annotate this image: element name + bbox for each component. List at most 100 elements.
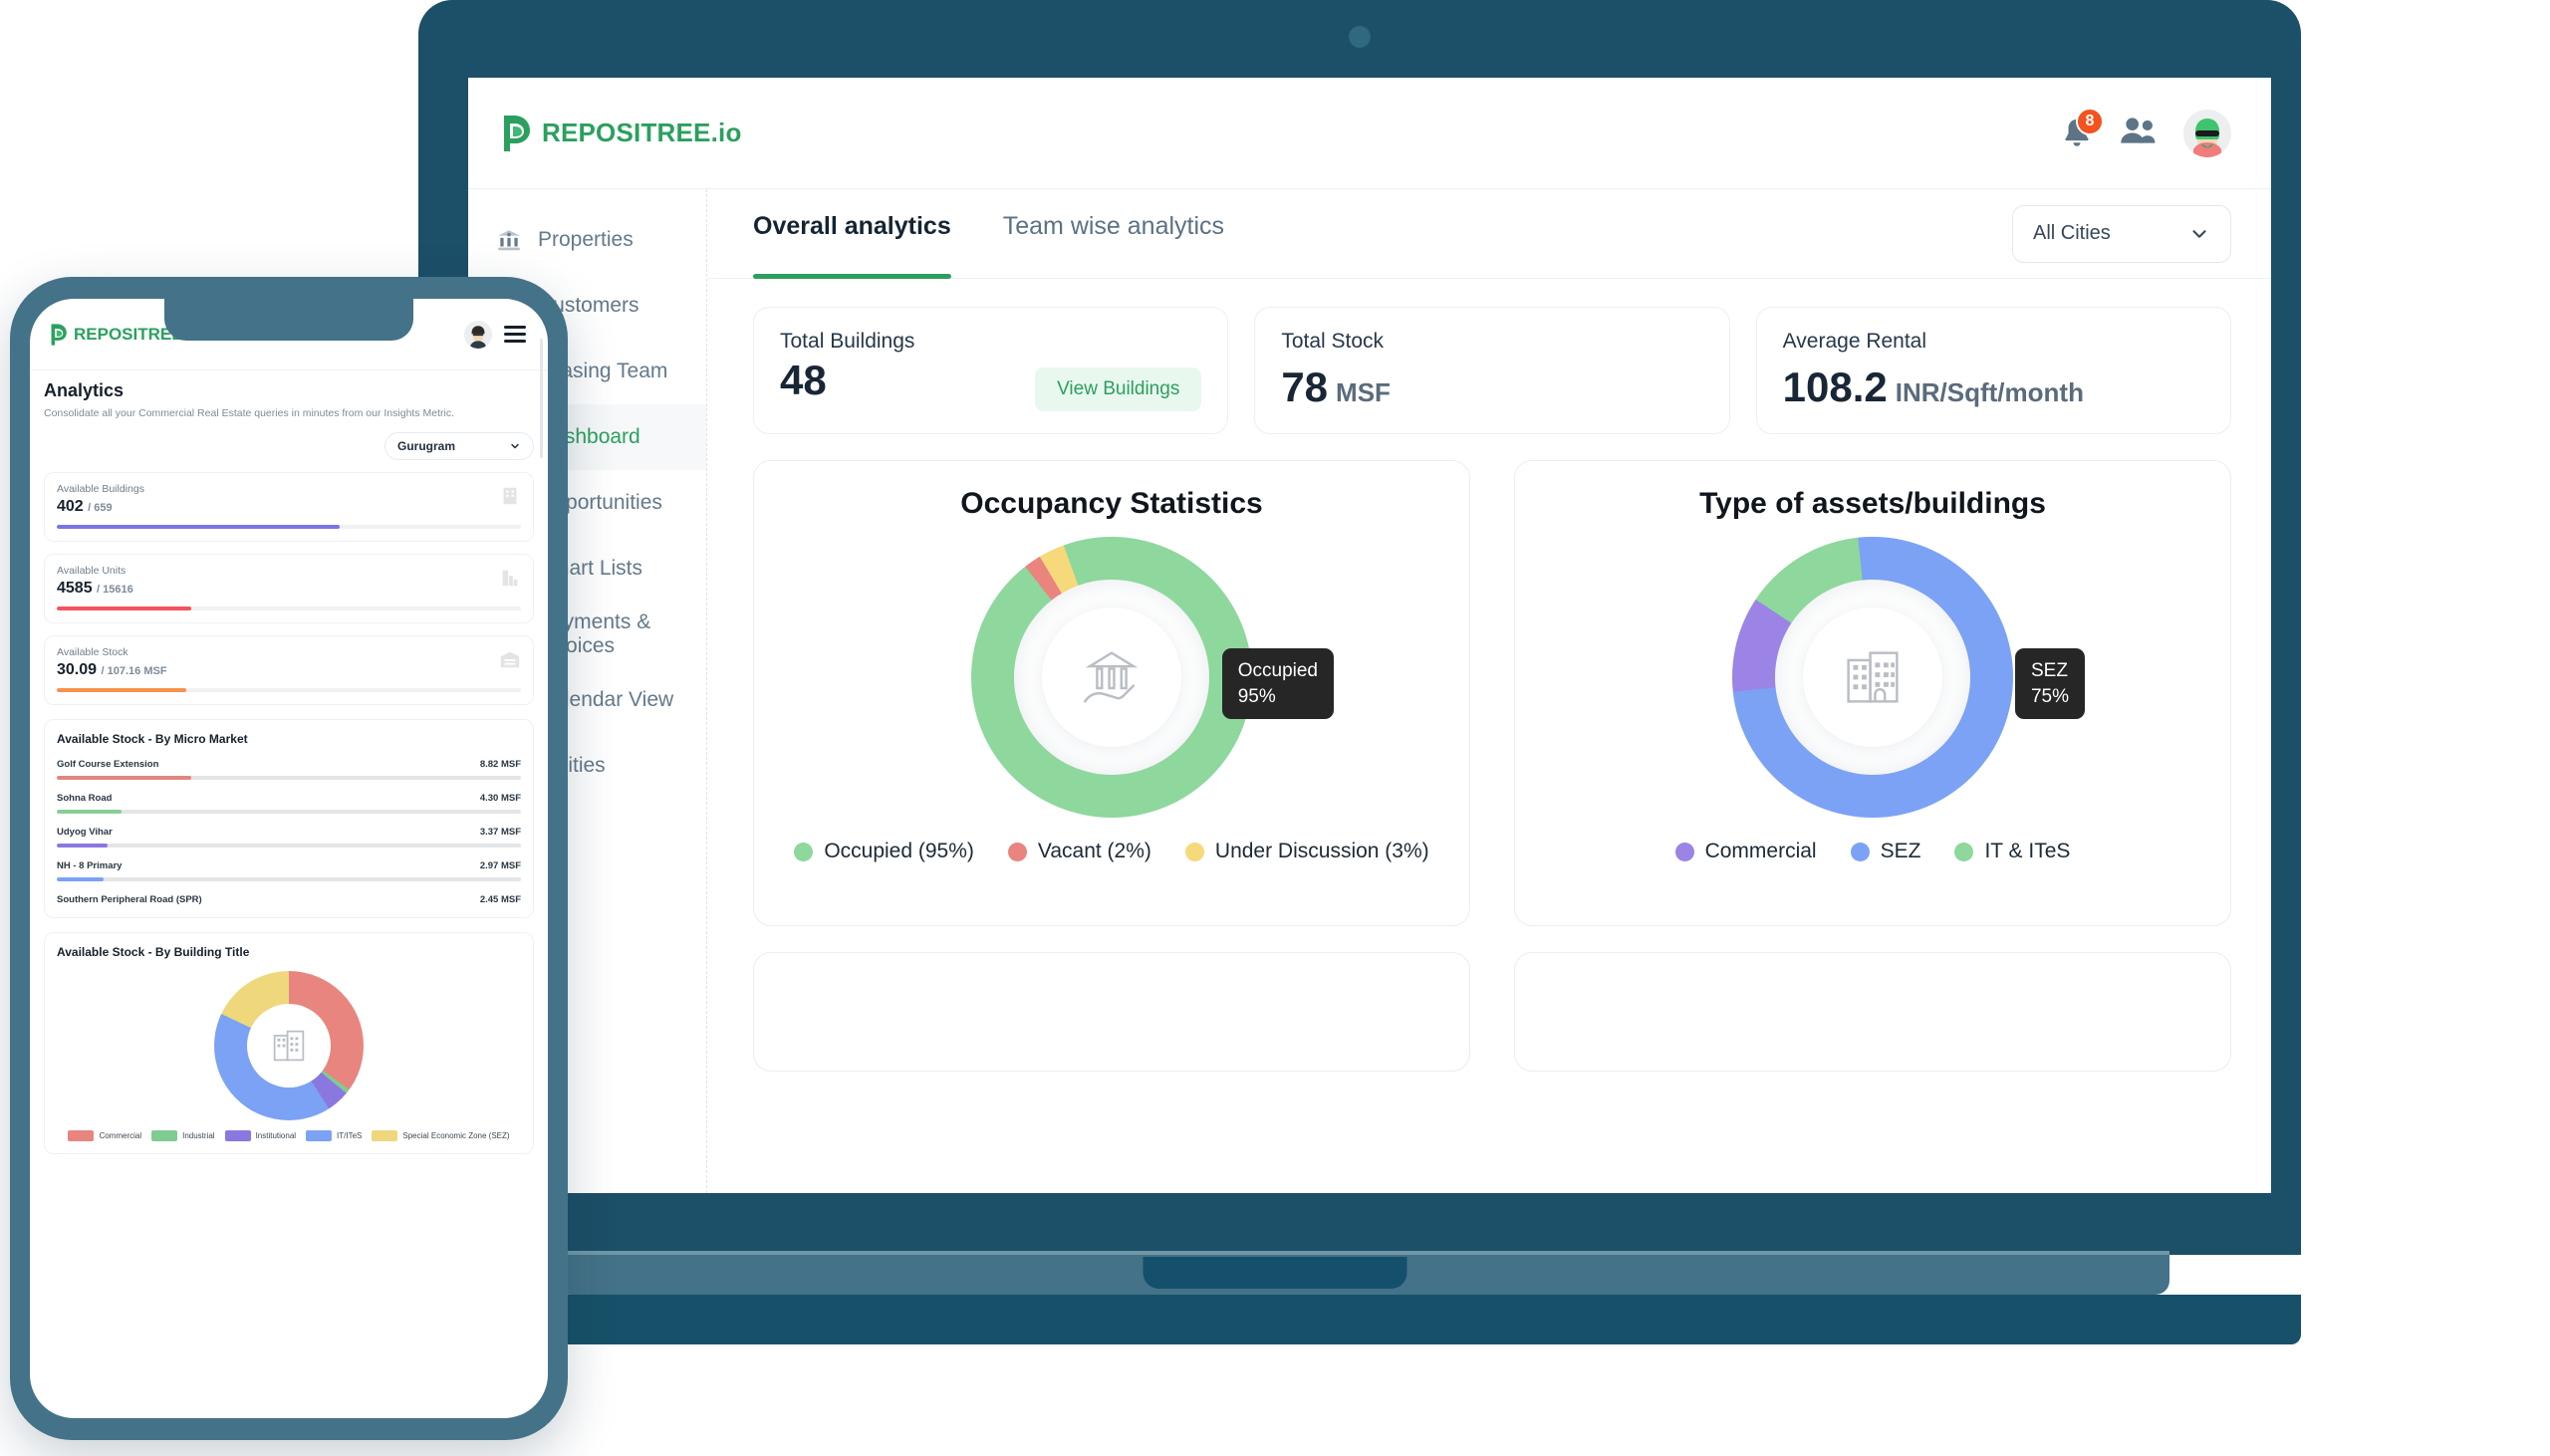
tooltip-label: SEZ [2030,660,2068,681]
chart-title: Occupancy Statistics [960,487,1263,520]
stat-progress-bar [57,688,521,693]
team-button[interactable] [2120,115,2158,151]
kpi-label: Total Stock [1281,330,1385,353]
phone-page-title: Analytics [44,380,125,400]
micro-market-row: Udyog Vihar 3.37 MSF [57,827,521,849]
legend-swatch [306,1130,333,1142]
kpi-value: 108.2 [1782,364,1888,410]
legend-item: IT & ITeS [1954,840,2070,863]
phone-city-filter-select[interactable]: Gurugram [384,432,534,461]
city-filter-value: All Cities [2033,222,2111,244]
panel-scrollbar[interactable] [540,339,543,458]
legend-swatch [1954,842,1974,861]
legend-label: Institutional [255,1131,297,1141]
city-filter-select[interactable]: All Cities [2012,204,2231,263]
micro-market-row: Golf Course Extension 8.82 MSF [57,759,521,781]
legend-label: Industrial [182,1131,215,1141]
hamburger-icon[interactable] [504,326,526,343]
bank-icon [496,227,522,253]
chevron-down-icon [2192,229,2206,238]
chart-card-occupancy: Occupancy Statistics Occupied 95% Occupi… [753,460,1470,926]
tab-team-wise-analytics[interactable]: Team wise analytics [1003,189,1224,279]
stat-progress-bar [57,525,521,530]
row-bar [57,776,521,781]
avatar[interactable] [2183,109,2231,157]
legend-label: SEZ [1880,840,1921,862]
desktop-app-screen: REPOSITREE.io 8 Properties Customers Lea… [468,78,2271,1193]
repositree-leaf-icon [51,323,67,346]
building-icon [273,1030,305,1062]
micro-market-row: Sohna Road 4.30 MSF [57,793,521,815]
stat-progress-bar [57,607,521,611]
tooltip-label: Occupied [1237,660,1318,681]
header-actions: 8 [2060,107,2231,157]
legend-label: Special Economic Zone (SEZ) [402,1131,510,1141]
units-icon [499,567,521,589]
stat-value: 402 [57,498,84,516]
legend-swatch [1674,842,1694,861]
kpi-value: 78 [1281,364,1329,410]
legend-swatch [372,1130,398,1142]
legend-item: Industrial [151,1130,215,1142]
stat-total: / 107.16 MSF [101,665,167,678]
kpi-label: Total Buildings [780,330,915,353]
view-buildings-button[interactable]: View Buildings [1035,367,1202,411]
chart-card-asset-types: Type of assets/buildings SEZ 75% Commerc… [1514,460,2231,926]
row-label: Udyog Vihar [57,827,113,839]
row-value: 2.45 MSF [479,894,521,906]
donut-ring[interactable] [214,971,364,1121]
notifications-button[interactable]: 8 [2060,107,2104,151]
legend-swatch [1007,842,1027,861]
phone-notch [164,299,413,341]
warehouse-icon [499,648,521,670]
chevron-down-icon [511,443,519,449]
donut-inner-circle [1042,607,1181,747]
legend-item: Occupied (95%) [794,840,974,863]
screenshot-stage: REPOSITREE.io 8 Properties Customers Lea… [0,0,2550,1456]
brand-logo[interactable]: REPOSITREE.io [498,114,742,153]
donut-center [247,1004,331,1089]
legend-item: Under Discussion (3%) [1184,840,1429,863]
tab-label: Overall analytics [753,212,951,240]
row-bar [57,844,521,849]
stat-total: / 659 [88,502,113,515]
legend-item: SEZ [1850,840,1921,863]
stat-label: Available Stock [57,646,128,659]
sidebar-item-label: Properties [538,228,634,251]
row-value: 2.97 MSF [479,860,521,872]
legend-item: Institutional [224,1130,297,1142]
legend-label: IT & ITeS [1984,840,2071,862]
row-label: Southern Peripheral Road (SPR) [57,894,202,906]
building-icon [499,485,521,507]
stat-total: / 15616 [97,584,133,597]
main-content: Overall analytics Team wise analytics Al… [707,189,2271,1193]
tab-overall-analytics[interactable]: Overall analytics [753,189,951,279]
phone-frame: REPOSITREE.io Analytics Consolidate all … [10,277,568,1440]
kpi-cards: Total Buildings 48 View Buildings Total … [707,279,2271,434]
legend-item: Commercial [1674,840,1817,863]
legend-item: Special Economic Zone (SEZ) [372,1130,510,1142]
legend-label: Occupied (95%) [824,840,974,862]
kpi-card-total-stock: Total Stock 78 MSF [1254,307,1730,434]
sidebar-item-properties[interactable]: Properties [468,207,706,273]
legend-swatch [151,1130,178,1142]
phone-stat-available-units: Available Units 4585 / 15616 [44,554,534,624]
phone-donut-wrap [57,971,521,1121]
asset-type-donut: SEZ 75% [1732,537,2085,818]
phone-avatar[interactable] [464,320,492,349]
legend-label: Commercial [99,1131,142,1141]
phone-stat-available-stock: Available Stock 30.09 / 107.16 MSF [44,635,534,706]
chart-title: Type of assets/buildings [1699,487,2046,520]
phone-donut-legend: Commercial Industrial Institutional IT/I… [57,1130,521,1142]
donut-inner-circle [1803,607,1942,747]
lower-cards [707,926,2271,1072]
tooltip-value: 95% [1237,685,1276,707]
row-label: NH - 8 Primary [57,860,123,872]
phone-city-filter-value: Gurugram [397,439,456,454]
donut-center [1775,580,1970,775]
row-value: 8.82 MSF [479,759,521,771]
kpi-card-total-buildings: Total Buildings 48 View Buildings [753,307,1229,434]
legend-item: Commercial [68,1130,142,1142]
row-value: 4.30 MSF [479,793,521,805]
occupancy-tooltip: Occupied 95% [1221,648,1334,720]
